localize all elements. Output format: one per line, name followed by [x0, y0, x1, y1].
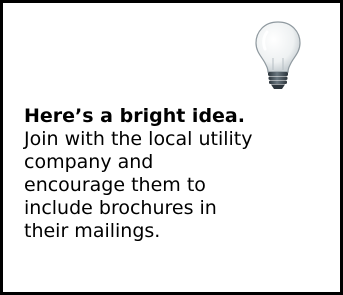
tip-body-line: Join with the local utility: [24, 128, 253, 150]
tip-callout-box: Here’s a bright idea. Join with the loca…: [0, 0, 343, 295]
tip-body-line: company and: [24, 151, 154, 173]
tip-text: Here’s a bright idea. Join with the loca…: [24, 105, 324, 243]
tip-body-line: include brochures in: [24, 197, 217, 219]
tip-heading: Here’s a bright idea.: [24, 105, 245, 127]
lightbulb-icon: [255, 21, 301, 89]
tip-body-line: encourage them to: [24, 174, 206, 196]
tip-body-line: their mailings.: [24, 220, 161, 242]
